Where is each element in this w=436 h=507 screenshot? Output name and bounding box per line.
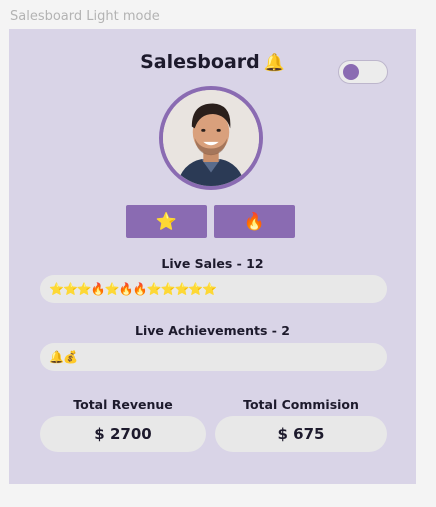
fire-icon: 🔥 — [243, 211, 266, 232]
salesboard-frame: Salesboard 🔔 ⭐ 🔥 Live Sales - 12 ⭐⭐⭐🔥⭐🔥🔥… — [9, 29, 416, 484]
toggle-knob — [343, 64, 359, 80]
frame-label: Salesboard Light mode — [10, 9, 160, 24]
tab-sales[interactable]: ⭐ — [126, 205, 207, 238]
live-sales-label: Live Sales - 12 — [161, 256, 264, 271]
live-achievements-feed: 🔔💰 — [40, 343, 387, 371]
bell-icon: 🔔 — [263, 53, 285, 73]
total-commission-label: Total Commision — [243, 397, 359, 412]
total-revenue-label: Total Revenue — [73, 397, 173, 412]
live-sales-feed: ⭐⭐⭐🔥⭐🔥🔥⭐⭐⭐⭐⭐ — [40, 275, 387, 303]
avatar-photo — [163, 90, 259, 186]
tab-achievements[interactable]: 🔥 — [214, 205, 295, 238]
total-revenue-value: $ 2700 — [40, 416, 206, 452]
live-achievements-items: 🔔💰 — [49, 350, 78, 364]
total-commission-value: $ 675 — [215, 416, 387, 452]
live-achievements-label: Live Achievements - 2 — [134, 323, 290, 338]
theme-toggle[interactable] — [338, 60, 388, 84]
avatar — [159, 86, 263, 190]
live-sales-items: ⭐⭐⭐🔥⭐🔥🔥⭐⭐⭐⭐⭐ — [49, 282, 217, 296]
star-icon: ⭐ — [155, 211, 178, 232]
page-title: Salesboard — [140, 51, 260, 73]
